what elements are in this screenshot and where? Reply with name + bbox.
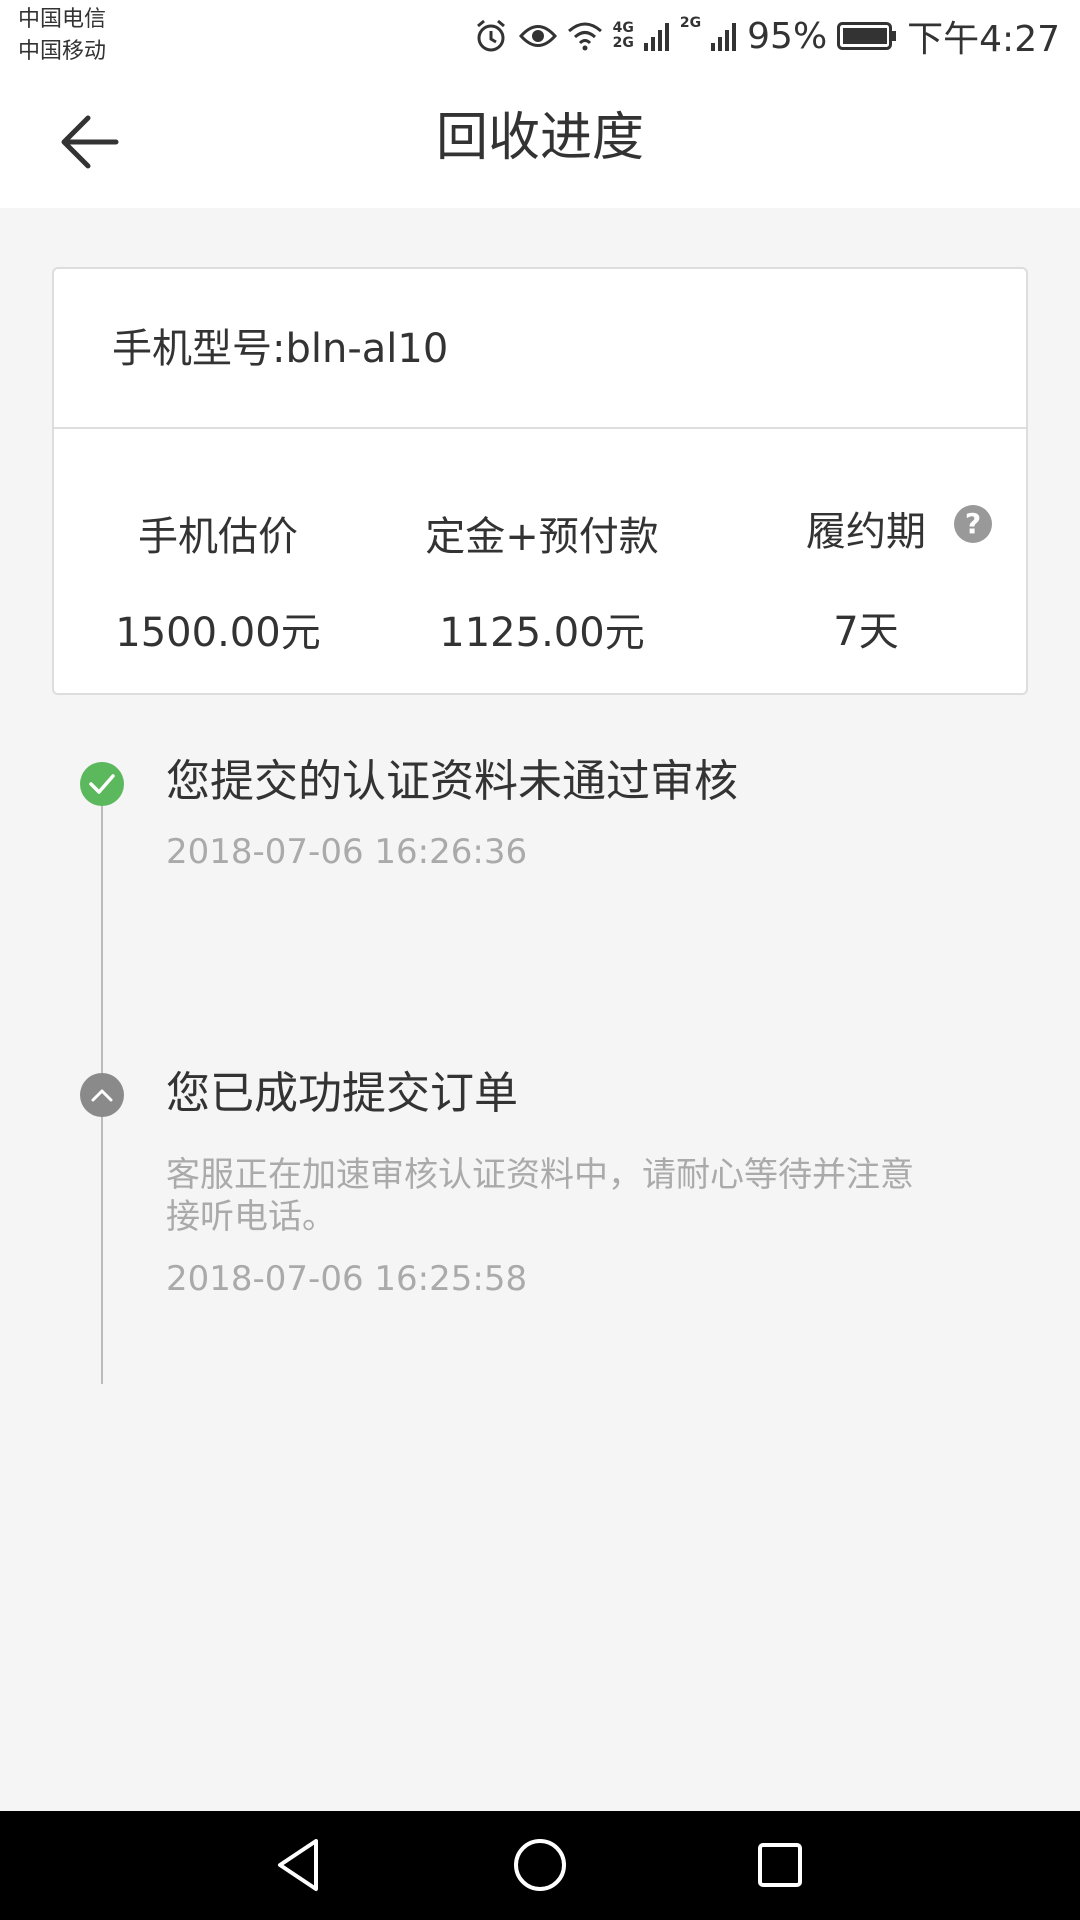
carrier-2: 中国移动	[18, 39, 107, 64]
deposit-column: 定金+预付款 1125.00元	[382, 509, 702, 661]
model-row: 手机型号:bln-al10	[54, 269, 1026, 429]
status-bar: 中国电信 中国移动 4G 2G 2G 95% 下午4:27	[0, 0, 1080, 72]
circle-home-icon	[514, 1839, 566, 1891]
network-type-4g: 4G	[612, 20, 634, 36]
phone-info-card: 手机型号:bln-al10 手机估价 1500.00元 定金+预付款 1125.…	[52, 267, 1028, 695]
app-header: 回收进度	[0, 72, 1080, 208]
wifi-icon	[567, 21, 603, 51]
signal-icon-2	[711, 21, 737, 51]
battery-icon	[837, 22, 897, 50]
timeline-title-2: 您已成功提交订单	[166, 1068, 518, 1119]
alarm-icon	[473, 18, 509, 54]
timeline-title-1: 您提交的认证资料未通过审核	[166, 756, 738, 807]
deposit-value: 1125.00元	[439, 610, 645, 656]
battery-percent: 95%	[747, 15, 828, 57]
estimate-column: 手机估价 1500.00元	[58, 509, 378, 661]
deposit-label: 定金+预付款	[425, 514, 659, 560]
phone-model: 手机型号:bln-al10	[112, 326, 449, 372]
triangle-back-icon	[278, 1839, 318, 1891]
system-nav-bar	[0, 1811, 1080, 1920]
chevron-up-icon	[80, 1073, 124, 1117]
check-icon	[80, 762, 124, 806]
timeline-desc-2: 客服正在加速审核认证资料中，请耐心等待并注意接听电话。	[166, 1155, 914, 1237]
nav-home-button[interactable]	[508, 1833, 572, 1897]
network-type-1: 4G 2G	[613, 21, 634, 51]
square-recent-icon	[758, 1843, 802, 1887]
estimate-value: 1500.00元	[115, 610, 321, 656]
estimate-label: 手机估价	[138, 514, 298, 560]
page-title: 回收进度	[435, 108, 644, 168]
eye-icon	[518, 21, 557, 51]
help-icon[interactable]: ?	[954, 505, 992, 543]
clock: 下午4:27	[907, 19, 1060, 60]
network-type-2g: 2G	[612, 35, 634, 51]
carrier-1: 中国电信	[18, 7, 107, 32]
nav-back-button[interactable]	[268, 1833, 332, 1897]
term-value: 7天	[833, 609, 899, 655]
timeline-time-1: 2018-07-06 16:26:36	[166, 832, 528, 872]
nav-recent-button[interactable]	[748, 1833, 812, 1897]
signal-icon-1	[643, 21, 670, 51]
network-type-2: 2G	[679, 15, 702, 31]
timeline-time-2: 2018-07-06 16:25:58	[166, 1259, 528, 1299]
status-icons: 4G 2G 2G 95% 下午4:27	[473, 10, 1060, 62]
